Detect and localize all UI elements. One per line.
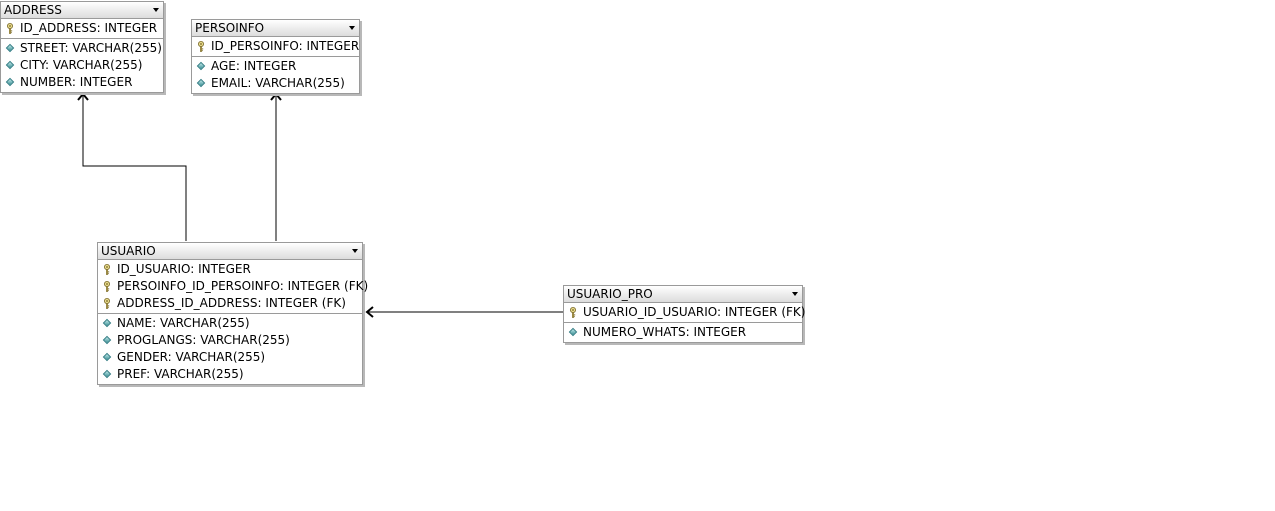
- dropdown-arrow-icon[interactable]: [352, 249, 358, 253]
- attribute-field-row[interactable]: PROGLANGS: VARCHAR(255): [98, 332, 362, 349]
- field-label: GENDER: VARCHAR(255): [117, 350, 266, 364]
- key-field-row[interactable]: USUARIO_ID_USUARIO: INTEGER (FK): [564, 304, 806, 321]
- attribute-section: STREET: VARCHAR(255) CITY: VARCHAR(255) NU…: [1, 39, 163, 92]
- attribute-section: NAME: VARCHAR(255) PROGLANGS: VARCHAR(255…: [98, 314, 362, 384]
- attribute-field-row[interactable]: NUMBER: INTEGER: [1, 74, 163, 91]
- entity-title: USUARIO: [101, 244, 156, 258]
- entity-header[interactable]: ADDRESS: [1, 2, 163, 19]
- entity-header[interactable]: PERSOINFO: [192, 20, 359, 37]
- key-icon: [7, 23, 13, 34]
- attribute-field-row[interactable]: NUMERO_WHATS: INTEGER: [564, 324, 802, 341]
- field-label: NAME: VARCHAR(255): [117, 316, 250, 330]
- entity-title: USUARIO_PRO: [567, 287, 653, 301]
- key-field-row[interactable]: ID_USUARIO: INTEGER: [98, 261, 362, 278]
- field-label: NUMBER: INTEGER: [20, 75, 133, 89]
- dropdown-arrow-icon[interactable]: [792, 292, 798, 296]
- field-label: PERSOINFO_ID_PERSOINFO: INTEGER (FK): [117, 279, 369, 293]
- entity-header[interactable]: USUARIO: [98, 243, 362, 260]
- key-field-row[interactable]: ID_PERSOINFO: INTEGER: [192, 38, 359, 55]
- key-icon: [104, 281, 110, 292]
- attribute-diamond-icon: [5, 60, 15, 70]
- entity-header[interactable]: USUARIO_PRO: [564, 286, 802, 303]
- attribute-field-row[interactable]: PREF: VARCHAR(255): [98, 366, 362, 383]
- field-label: EMAIL: VARCHAR(255): [211, 76, 345, 90]
- field-label: ADDRESS_ID_ADDRESS: INTEGER (FK): [117, 296, 346, 310]
- field-label: ID_ADDRESS: INTEGER: [20, 21, 158, 35]
- field-label: STREET: VARCHAR(255): [20, 41, 162, 55]
- attribute-field-row[interactable]: NAME: VARCHAR(255): [98, 315, 362, 332]
- field-label: NUMERO_WHATS: INTEGER: [583, 325, 747, 339]
- entity-persoinfo[interactable]: PERSOINFO ID_PERSOINFO: INTEGER AGE: INT…: [191, 19, 360, 94]
- field-label: PREF: VARCHAR(255): [117, 367, 244, 381]
- primary-key-section: ID_PERSOINFO: INTEGER: [192, 37, 359, 57]
- field-label: AGE: INTEGER: [211, 59, 297, 73]
- attribute-diamond-icon: [102, 369, 112, 379]
- key-field-row[interactable]: ADDRESS_ID_ADDRESS: INTEGER (FK): [98, 295, 362, 312]
- attribute-diamond-icon: [102, 318, 112, 328]
- key-icon: [104, 264, 110, 275]
- dropdown-arrow-icon[interactable]: [153, 8, 159, 12]
- attribute-section: AGE: INTEGER EMAIL: VARCHAR(255): [192, 57, 359, 93]
- key-field-row[interactable]: ID_ADDRESS: INTEGER: [1, 20, 163, 37]
- field-label: ID_PERSOINFO: INTEGER: [211, 39, 360, 53]
- attribute-field-row[interactable]: AGE: INTEGER: [192, 58, 359, 75]
- relationship-usuario-address: [82, 94, 187, 241]
- entity-title: ADDRESS: [4, 3, 62, 17]
- entity-usuario[interactable]: USUARIO ID_USUARIO: INTEGER PERSOINFO_ID_…: [97, 242, 368, 385]
- field-label: CITY: VARCHAR(255): [20, 58, 143, 72]
- attribute-diamond-icon: [568, 327, 578, 337]
- field-label: PROGLANGS: VARCHAR(255): [117, 333, 290, 347]
- key-icon: [570, 307, 576, 318]
- key-field-row[interactable]: PERSOINFO_ID_PERSOINFO: INTEGER (FK): [98, 278, 368, 295]
- entity-address[interactable]: ADDRESS ID_ADDRESS: INTEGER STREET: VARC…: [0, 1, 164, 93]
- attribute-diamond-icon: [102, 335, 112, 345]
- entity-usuario-pro[interactable]: USUARIO_PRO USUARIO_ID_USUARIO: INTEGER …: [563, 285, 806, 343]
- key-icon: [198, 41, 204, 52]
- attribute-diamond-icon: [196, 78, 206, 88]
- dropdown-arrow-icon[interactable]: [349, 26, 355, 30]
- arrow-head-address: [77, 92, 89, 101]
- primary-key-section: USUARIO_ID_USUARIO: INTEGER (FK): [564, 303, 806, 323]
- arrow-head-usuario: [365, 306, 374, 318]
- attribute-diamond-icon: [102, 352, 112, 362]
- field-label: ID_USUARIO: INTEGER: [117, 262, 251, 276]
- attribute-diamond-icon: [196, 61, 206, 71]
- primary-key-section: ID_ADDRESS: INTEGER: [1, 19, 163, 39]
- key-icon: [104, 298, 110, 309]
- attribute-field-row[interactable]: CITY: VARCHAR(255): [1, 57, 163, 74]
- attribute-field-row[interactable]: EMAIL: VARCHAR(255): [192, 75, 359, 92]
- arrow-head-persoinfo: [270, 92, 282, 101]
- entity-title: PERSOINFO: [195, 21, 265, 35]
- attribute-field-row[interactable]: STREET: VARCHAR(255): [1, 40, 163, 57]
- attribute-diamond-icon: [5, 43, 15, 53]
- primary-key-section: ID_USUARIO: INTEGER PERSOINFO_ID_PERSOINF…: [98, 260, 368, 314]
- attribute-section: NUMERO_WHATS: INTEGER: [564, 323, 802, 342]
- attribute-field-row[interactable]: GENDER: VARCHAR(255): [98, 349, 362, 366]
- attribute-diamond-icon: [5, 77, 15, 87]
- diagram-canvas: ADDRESS ID_ADDRESS: INTEGER STREET: VARC…: [0, 0, 1275, 511]
- field-label: USUARIO_ID_USUARIO: INTEGER (FK): [583, 305, 806, 319]
